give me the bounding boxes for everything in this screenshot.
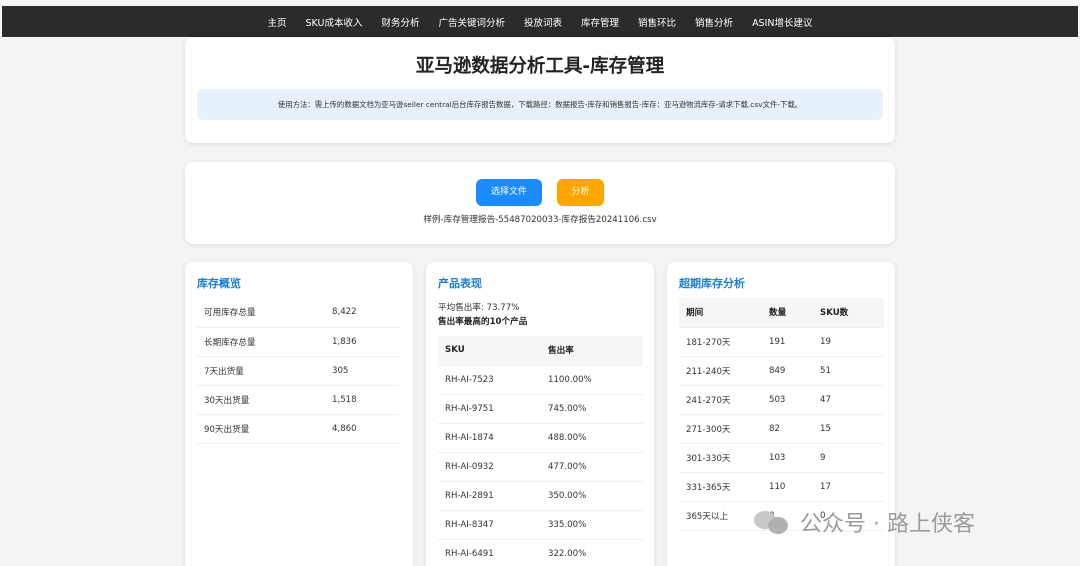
nav-targeting-terms[interactable]: 投放词表 — [524, 15, 562, 29]
upload-card: 选择文件 分析 样例-库存管理报告-55487020033-库存报告202411… — [185, 162, 895, 244]
metric-value: 1,836 — [332, 327, 399, 357]
inventory-overview-title: 库存概览 — [197, 277, 241, 290]
table-row: RH-AI-8347 335.00% — [438, 510, 643, 540]
nav-finance-analysis[interactable]: 财务分析 — [381, 15, 419, 29]
nav-asin-growth[interactable]: ASIN增长建议 — [752, 15, 812, 29]
metric-label: 7天出货量 — [197, 356, 332, 386]
metric-value: 4,860 — [332, 414, 399, 444]
quantity-cell: 110 — [769, 472, 820, 502]
table-row: 241-270天 503 47 — [679, 385, 884, 415]
sell-rate-cell: 350.00% — [548, 481, 643, 511]
sell-rate-cell: 322.00% — [548, 539, 643, 566]
average-sell-rate: 平均售出率: 73.77% — [438, 303, 520, 313]
choose-file-button[interactable]: 选择文件 — [476, 179, 542, 206]
table-header-row: SKU 售出率 — [438, 336, 643, 366]
period-cell: 301-330天 — [679, 443, 769, 473]
nav-inventory-management[interactable]: 库存管理 — [581, 15, 619, 29]
sell-rate-cell: 1100.00% — [548, 365, 643, 395]
sku-cell: RH-AI-6491 — [438, 539, 548, 566]
nav-sales-analysis[interactable]: 销售分析 — [695, 15, 733, 29]
product-performance-panel: 产品表现 平均售出率: 73.77% 售出率最高的10个产品 SKU 售出率 R… — [426, 262, 654, 566]
period-cell: 331-365天 — [679, 472, 769, 502]
table-row: 301-330天 103 9 — [679, 443, 884, 473]
table-row: RH-AI-6491 322.00% — [438, 539, 643, 566]
column-header-period: 期间 — [679, 298, 769, 328]
sku-count-cell: 51 — [820, 356, 884, 386]
table-row: RH-AI-1874 488.00% — [438, 423, 643, 453]
nav-ad-keyword-analysis[interactable]: 广告关键词分析 — [438, 15, 505, 29]
table-row: 331-365天 110 17 — [679, 472, 884, 502]
usage-instructions: 使用方法：需上传的数据文档为亚马逊seller central后台库存报告数据，… — [197, 89, 883, 120]
aged-inventory-table: 期间 数量 SKU数 181-270天 191 19 211-240天 849 … — [679, 298, 884, 531]
table-row: RH-AI-7523 1100.00% — [438, 365, 643, 395]
sku-cell: RH-AI-9751 — [438, 394, 548, 424]
nav-sales-mom[interactable]: 销售环比 — [638, 15, 676, 29]
table-row: 211-240天 849 51 — [679, 356, 884, 386]
table-row: RH-AI-9751 745.00% — [438, 394, 643, 424]
inventory-overview-panel: 库存概览 可用库存总量 8,422 长期库存总量 1,836 7天出货量 305… — [185, 262, 413, 566]
sell-rate-cell: 335.00% — [548, 510, 643, 540]
column-header-sku-count: SKU数 — [820, 298, 884, 328]
sku-cell: RH-AI-7523 — [438, 365, 548, 395]
metric-value: 1,518 — [332, 385, 399, 415]
watermark: 公众号 · 路上侠客 — [752, 504, 975, 540]
quantity-cell: 849 — [769, 356, 820, 386]
sell-rate-cell: 477.00% — [548, 452, 643, 482]
sell-rate-cell: 745.00% — [548, 394, 643, 424]
column-header-sell-rate: 售出率 — [548, 336, 643, 366]
sku-count-cell: 17 — [820, 472, 884, 502]
quantity-cell: 503 — [769, 385, 820, 415]
metric-label: 长期库存总量 — [197, 327, 332, 357]
nav-home[interactable]: 主页 — [267, 15, 286, 29]
aged-inventory-title: 超期库存分析 — [679, 277, 745, 290]
column-header-sku: SKU — [438, 336, 548, 366]
top-products-table: SKU 售出率 RH-AI-7523 1100.00% RH-AI-9751 7… — [438, 336, 643, 566]
period-cell: 211-240天 — [679, 356, 769, 386]
quantity-cell: 103 — [769, 443, 820, 473]
metric-label: 90天出货量 — [197, 414, 332, 444]
top-nav: 主页 SKU成本收入 财务分析 广告关键词分析 投放词表 库存管理 销售环比 销… — [2, 6, 1078, 37]
sku-cell: RH-AI-1874 — [438, 423, 548, 453]
table-row: RH-AI-2891 350.00% — [438, 481, 643, 511]
sku-cell: RH-AI-0932 — [438, 452, 548, 482]
metric-label: 30天出货量 — [197, 385, 332, 415]
table-header-row: 期间 数量 SKU数 — [679, 298, 884, 328]
sku-count-cell: 47 — [820, 385, 884, 415]
period-cell: 241-270天 — [679, 385, 769, 415]
sell-rate-cell: 488.00% — [548, 423, 643, 453]
column-header-quantity: 数量 — [769, 298, 820, 328]
top10-heading: 售出率最高的10个产品 — [438, 317, 528, 327]
period-cell: 181-270天 — [679, 327, 769, 357]
metric-label: 可用库存总量 — [197, 298, 332, 328]
sku-count-cell: 9 — [820, 443, 884, 473]
analyze-button[interactable]: 分析 — [557, 179, 604, 206]
table-row: RH-AI-0932 477.00% — [438, 452, 643, 482]
sku-cell: RH-AI-8347 — [438, 510, 548, 540]
header-card: 亚马逊数据分析工具-库存管理 使用方法：需上传的数据文档为亚马逊seller c… — [185, 38, 895, 143]
inventory-overview-table: 可用库存总量 8,422 长期库存总量 1,836 7天出货量 305 30天出… — [197, 298, 399, 444]
nav-sku-cost-income[interactable]: SKU成本收入 — [306, 15, 363, 29]
page-title: 亚马逊数据分析工具-库存管理 — [415, 56, 665, 77]
selected-filename: 样例-库存管理报告-55487020033-库存报告20241106.csv — [423, 215, 657, 225]
table-row: 可用库存总量 8,422 — [197, 298, 399, 328]
table-row: 90天出货量 4,860 — [197, 414, 399, 444]
table-row: 7天出货量 305 — [197, 356, 399, 386]
sku-cell: RH-AI-2891 — [438, 481, 548, 511]
table-row: 长期库存总量 1,836 — [197, 327, 399, 357]
quantity-cell: 82 — [769, 414, 820, 444]
sku-count-cell: 15 — [820, 414, 884, 444]
metric-value: 305 — [332, 356, 399, 386]
table-row: 271-300天 82 15 — [679, 414, 884, 444]
table-row: 30天出货量 1,518 — [197, 385, 399, 415]
table-row: 181-270天 191 19 — [679, 327, 884, 357]
product-performance-title: 产品表现 — [438, 277, 482, 290]
quantity-cell: 191 — [769, 327, 820, 357]
period-cell: 271-300天 — [679, 414, 769, 444]
watermark-text: 公众号 · 路上侠客 — [800, 512, 975, 537]
wechat-icon — [752, 507, 792, 537]
sku-count-cell: 19 — [820, 327, 884, 357]
metric-value: 8,422 — [332, 298, 399, 328]
